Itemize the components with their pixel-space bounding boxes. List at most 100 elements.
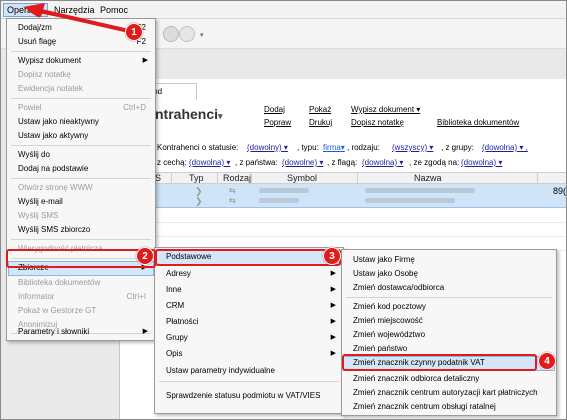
menu-item-ewidencja-notatek[interactable]: Ewidencja notatek: [8, 82, 154, 96]
panstwo-filter-label: , z państwa:: [235, 158, 278, 167]
help-icon[interactable]: [179, 26, 195, 42]
column-divider[interactable]: [537, 173, 538, 184]
menu-item-inne[interactable]: Inne ▶: [156, 283, 342, 297]
menu-item-pokaz-w-gestorze[interactable]: Pokaż w Gestorze GT: [8, 304, 154, 318]
pokaz-link[interactable]: Pokaż: [309, 105, 331, 114]
redacted-symbol: [259, 198, 299, 203]
menu-item-dodaj-na-podstawie[interactable]: Dodaj na podstawie: [8, 162, 154, 176]
redacted-name: [365, 188, 475, 193]
cecha-filter-label: z cechą:: [157, 158, 187, 167]
menu-separator: [11, 98, 151, 99]
menu-narzedzia[interactable]: Narzędzia: [51, 3, 98, 17]
menu-item-ustaw-osobe[interactable]: Ustaw jako Osobę: [343, 267, 555, 281]
typ-filter-value[interactable]: firma▾: [323, 143, 345, 152]
menu-item-wyslij-email[interactable]: Wyślij e-mail: [8, 195, 154, 209]
redacted-name: [365, 198, 455, 203]
menu-item-ustaw-firme[interactable]: Ustaw jako Firmę: [343, 253, 555, 267]
grupa-filter-label: , z grupy:: [441, 143, 474, 152]
menu-item-platnosci[interactable]: Płatności ▶: [156, 315, 342, 329]
table-row[interactable]: ❯ ❯ ⇆ ⇆ 89(: [119, 184, 567, 208]
column-header-symbol[interactable]: Symbol: [287, 173, 317, 184]
cecha-filter-value[interactable]: (dowolna) ▾: [189, 158, 230, 167]
menu-item-ustaw-aktywny[interactable]: Ustaw jako aktywny: [8, 129, 154, 143]
application-window: Operacje Narzędzia Pomoc ▾ trahend ntrah…: [0, 0, 567, 420]
column-divider[interactable]: [251, 173, 252, 184]
menu-pomoc[interactable]: Pomoc: [97, 3, 131, 17]
highlight-outline: [342, 354, 537, 371]
menu-item-informator[interactable]: Informator Ctrl+I: [8, 290, 154, 304]
menu-separator: [11, 239, 151, 240]
menu-item-parametry-slowniki[interactable]: Parametry i słowniki ▶: [8, 325, 154, 339]
menu-item-dopisz-notatke[interactable]: Dopisz notatkę: [8, 68, 154, 82]
column-header-rodzaj[interactable]: Rodzaj: [223, 173, 251, 184]
step-badge-4: 4: [538, 352, 556, 370]
zbiorcze-submenu: Podstawowe▶ Adresy▶ Inne▶ CRM▶ Płatności…: [154, 247, 344, 414]
column-divider[interactable]: [171, 173, 172, 184]
step-badge-3: 3: [323, 247, 341, 265]
menu-item-odbiorca-detaliczny[interactable]: Zmień znacznik odbiorca detaliczny: [343, 372, 555, 386]
rodzaj-filter-value[interactable]: (wszyscy) ▾: [392, 143, 433, 152]
menu-item-centrum-ratalnej[interactable]: Zmień znacznik centrum obsługi ratalnej: [343, 400, 555, 414]
grid-divider: [119, 236, 566, 237]
panstwo-filter-value[interactable]: (dowolne) ▾: [282, 158, 323, 167]
menu-separator: [159, 381, 339, 382]
menu-item-sprawdzenie-vat-vies[interactable]: Sprawdzenie statusu podmiotu w VAT/VIES: [156, 389, 342, 403]
status-filter-label: Kontrahenci o statusie:: [157, 143, 239, 152]
menu-item-wyslij-sms[interactable]: Wyślij SMS: [8, 209, 154, 223]
submenu-arrow-icon: ▶: [330, 334, 336, 341]
column-header-nazwa[interactable]: Nazwa: [414, 173, 442, 184]
menu-item-zmien-wojewodztwo[interactable]: Zmień województwo: [343, 328, 555, 342]
menu-item-otworz-www[interactable]: Otwórz stronę WWW: [8, 181, 154, 195]
dropdown-arrow-icon[interactable]: ▾: [200, 31, 204, 39]
zgoda-filter-label: , ze zgodą na:: [409, 158, 460, 167]
menu-item-centrum-autoryzacji[interactable]: Zmień znacznik centrum autoryzacji kart …: [343, 386, 555, 400]
rodzaj-icon: ⇆: [229, 196, 236, 205]
menu-item-ustaw-nieaktywny[interactable]: Ustaw jako nieaktywny: [8, 115, 154, 129]
menu-item-zmien-kod[interactable]: Zmień kod pocztowy: [343, 300, 555, 314]
menu-item-biblioteka-dokumentow[interactable]: Biblioteka dokumentów: [8, 276, 154, 290]
status-filter-value[interactable]: (dowolny) ▾: [247, 143, 288, 152]
biblioteka-dokumentow-link[interactable]: Biblioteka dokumentów: [437, 118, 519, 127]
menu-item-grupy[interactable]: Grupy ▶: [156, 331, 342, 345]
submenu-arrow-icon: ▶: [330, 350, 336, 357]
submenu-arrow-icon: ▶: [330, 286, 336, 293]
row-value-tail: 89(: [553, 186, 567, 196]
popraw-link[interactable]: Popraw: [264, 118, 291, 127]
dodaj-link[interactable]: Dodaj: [264, 105, 285, 114]
dopisz-notatke-link[interactable]: Dopisz notatkę: [351, 118, 404, 127]
menu-item-wyslij-do[interactable]: Wyślij do: [8, 148, 154, 162]
type-icon: ❯: [195, 196, 203, 206]
menu-item-adresy[interactable]: Adresy ▶: [156, 267, 342, 281]
menu-separator: [11, 51, 151, 52]
column-divider[interactable]: [217, 173, 218, 184]
menu-item-wyslij-sms-zbiorczo[interactable]: Wyślij SMS zbiorczo: [8, 223, 154, 237]
menu-item-wypisz-dokument[interactable]: Wypisz dokument ▶: [8, 54, 154, 68]
drukuj-link[interactable]: Drukuj: [309, 118, 332, 127]
column-header-typ[interactable]: Typ: [189, 173, 204, 184]
flaga-filter-label: , z flagą:: [327, 158, 358, 167]
menu-item-powiel[interactable]: Powiel Ctrl+D: [8, 101, 154, 115]
step-badge-2: 2: [136, 247, 154, 265]
menu-operacje[interactable]: Operacje: [3, 3, 48, 17]
grupa-filter-value[interactable]: (dowolna) ▾ ,: [482, 143, 528, 152]
wypisz-dokument-link[interactable]: Wypisz dokument ▾: [351, 105, 420, 114]
menu-item-zmien-miejscowosc[interactable]: Zmień miejscowość: [343, 314, 555, 328]
toolbar-icon[interactable]: [163, 26, 179, 42]
zgoda-filter-value[interactable]: (dowolna) ▾: [461, 158, 502, 167]
flaga-filter-value[interactable]: (dowolna) ▾: [362, 158, 403, 167]
page-title: ntrahenci▾: [155, 106, 223, 122]
column-divider[interactable]: [357, 173, 358, 184]
menu-item-ustaw-parametry[interactable]: Ustaw parametry indywidualne: [156, 364, 342, 378]
menu-item-zmien-dostawca[interactable]: Zmień dostawca/odbiorca: [343, 281, 555, 295]
submenu-arrow-icon: ▶: [330, 318, 336, 325]
grid-header: S Typ Rodzaj Symbol Nazwa: [119, 172, 566, 184]
menu-separator: [346, 297, 552, 298]
menu-item-crm[interactable]: CRM ▶: [156, 299, 342, 313]
redacted-symbol: [259, 188, 309, 193]
grid-divider: [119, 222, 566, 223]
rodzaj-icon: ⇆: [229, 186, 236, 195]
submenu-arrow-icon: ▶: [330, 302, 336, 309]
menu-item-opis[interactable]: Opis ▶: [156, 347, 342, 361]
menu-separator: [11, 178, 151, 179]
submenu-arrow-icon: ▶: [142, 328, 148, 335]
